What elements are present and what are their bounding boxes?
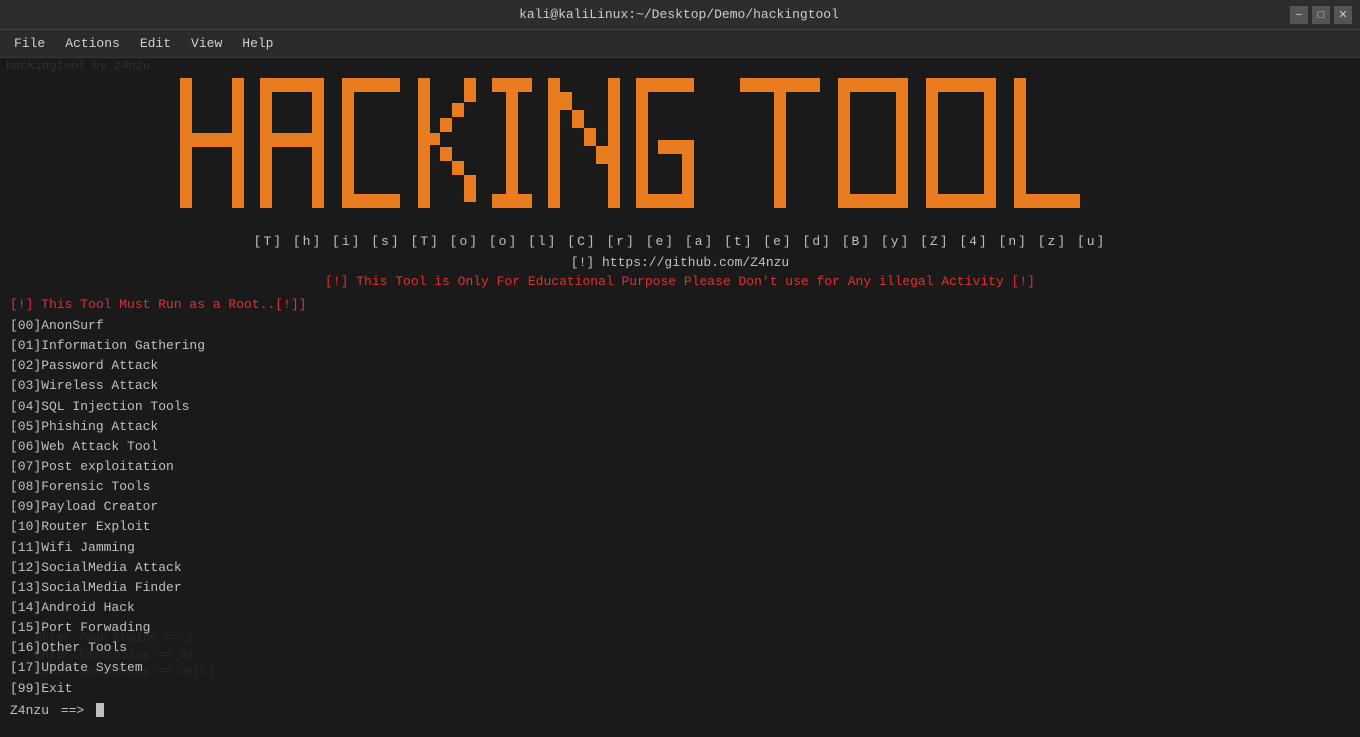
window-title: kali@kaliLinux:~/Desktop/Demo/hackingtoo… [68, 7, 1290, 22]
banner-container: .px { fill: #E87C1E; } [10, 68, 1350, 228]
menu-bar: File Actions Edit View Help [0, 30, 1360, 58]
menu-item-04: [04]SQL Injection Tools [10, 397, 1350, 417]
menu-item-10: [10]Router Exploit [10, 517, 1350, 537]
maximize-button[interactable]: □ [1312, 6, 1330, 24]
menu-file[interactable]: File [4, 32, 55, 55]
prompt-arrow: ==> [53, 703, 92, 718]
menu-item-14: [14]Android Hack [10, 598, 1350, 618]
root-warning: [!] This Tool Must Run as a Root..[!]] [10, 297, 1350, 312]
terminal-cursor [96, 703, 104, 717]
menu-item-08: [08]Forensic Tools [10, 477, 1350, 497]
prompt-line[interactable]: Z4nzu ==> [10, 703, 1350, 718]
hacking-tool-banner: .px { fill: #E87C1E; } [170, 68, 1190, 228]
menu-item-00: [00]AnonSurf [10, 316, 1350, 336]
menu-item-17: [17]Update System [10, 658, 1350, 678]
terminal-window[interactable]: hackingtool by z4nzu .px { fill: #E87C1E… [0, 58, 1360, 737]
window-controls[interactable]: − □ ✕ [1290, 6, 1352, 24]
menu-actions[interactable]: Actions [55, 32, 130, 55]
menu-view[interactable]: View [181, 32, 232, 55]
menu-item-06: [06]Web Attack Tool [10, 437, 1350, 457]
close-button[interactable]: ✕ [1334, 6, 1352, 24]
menu-item-16: [16]Other Tools [10, 638, 1350, 658]
menu-item-11: [11]Wifi Jamming [10, 538, 1350, 558]
menu-item-15: [15]Port Forwading [10, 618, 1350, 638]
github-line: [!] https://github.com/Z4nzu [10, 255, 1350, 270]
subtitle-line: [T] [h] [i] [s] [T] [o] [o] [l] [C] [r] … [10, 234, 1350, 249]
menu-item-09: [09]Payload Creator [10, 497, 1350, 517]
menu-edit[interactable]: Edit [130, 32, 181, 55]
prompt-username: Z4nzu [10, 703, 49, 718]
warning-line: [!] This Tool is Only For Educational Pu… [10, 274, 1350, 289]
menu-item-05: [05]Phishing Attack [10, 417, 1350, 437]
menu-item-99: [99]Exit [10, 679, 1350, 699]
menu-help[interactable]: Help [232, 32, 283, 55]
minimize-button[interactable]: − [1290, 6, 1308, 24]
menu-item-02: [02]Password Attack [10, 356, 1350, 376]
menu-item-01: [01]Information Gathering [10, 336, 1350, 356]
menu-item-12: [12]SocialMedia Attack [10, 558, 1350, 578]
menu-list: [00]AnonSurf [01]Information Gathering [… [10, 316, 1350, 699]
menu-item-03: [03]Wireless Attack [10, 376, 1350, 396]
title-bar: kali@kaliLinux:~/Desktop/Demo/hackingtoo… [0, 0, 1360, 30]
menu-item-07: [07]Post exploitation [10, 457, 1350, 477]
menu-item-13: [13]SocialMedia Finder [10, 578, 1350, 598]
